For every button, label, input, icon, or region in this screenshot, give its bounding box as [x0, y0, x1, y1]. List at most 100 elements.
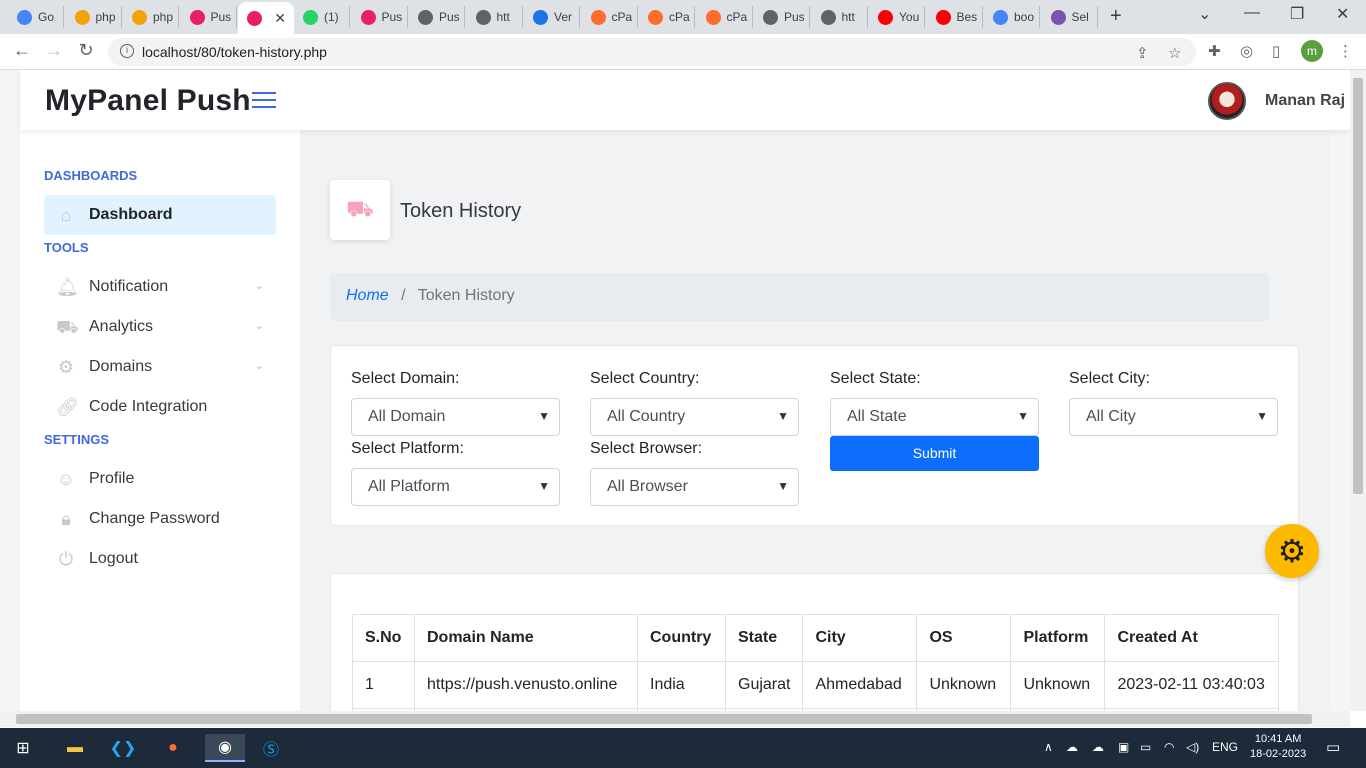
browser-tab-label: Pus: [210, 10, 232, 24]
site-info-icon[interactable]: i: [120, 44, 134, 58]
table-cell: https://push.venusto.online: [414, 661, 638, 709]
browser-tab-label: Bes: [956, 10, 978, 24]
browser-select[interactable]: All Browser ▼: [590, 468, 799, 506]
clock[interactable]: 10:41 AM 18-02-2023: [1250, 732, 1306, 762]
chevron-down-icon: ▼: [1256, 409, 1268, 423]
tray-chevron-up-icon[interactable]: ∧: [1044, 740, 1053, 754]
table-header-row: S.No Domain Name Country State City OS Platfor…: [352, 614, 1280, 662]
tab-search-icon[interactable]: ⌄: [1198, 4, 1211, 24]
browser-tab-9[interactable]: htt: [467, 6, 523, 28]
reload-icon[interactable]: ↻: [74, 40, 98, 61]
onedrive-cloud-icon[interactable]: ☁: [1066, 740, 1078, 754]
breadcrumb-separator: /: [401, 287, 406, 304]
device-icon[interactable]: ▣: [1118, 740, 1129, 754]
domain-select-value: All Domain: [368, 408, 446, 425]
browser-tab-8[interactable]: Pus: [409, 6, 465, 28]
battery-icon[interactable]: ▭: [1140, 740, 1151, 754]
vertical-scrollbar[interactable]: [1350, 70, 1366, 711]
side-panel-icon[interactable]: ▯: [1272, 42, 1280, 60]
gear-icon: ⚙: [57, 357, 75, 377]
platform-select[interactable]: All Platform ▼: [351, 468, 560, 506]
browser-tab-16[interactable]: You: [869, 6, 925, 28]
sidebar-item-code-integration[interactable]: 🔗︎ Code Integration: [44, 387, 276, 427]
close-tab-icon[interactable]: ✕: [274, 10, 286, 27]
column-header: Domain Name: [414, 614, 638, 662]
breadcrumb-home-link[interactable]: Home: [346, 287, 389, 304]
browser-tab-12[interactable]: cPa: [639, 6, 695, 28]
submit-button[interactable]: Submit: [830, 436, 1039, 471]
breadcrumb-current: Token History: [417, 287, 515, 304]
sidebar-item-domains[interactable]: ⚙ Domains ⌄: [44, 347, 276, 387]
forward-icon[interactable]: →: [42, 40, 66, 61]
file-explorer-icon[interactable]: ▬: [60, 734, 90, 762]
browser-tab-11[interactable]: cPa: [582, 6, 638, 28]
table-cell: Gujarat: [724, 661, 804, 709]
windows-start-icon[interactable]: ⊞: [8, 734, 38, 762]
profile-avatar[interactable]: m: [1301, 40, 1323, 62]
browser-tab-7[interactable]: Pus: [352, 6, 408, 28]
chrome-icon[interactable]: ◉: [205, 734, 245, 762]
url-text[interactable]: localhost/80/token-history.php: [142, 44, 327, 60]
new-tab-button[interactable]: +: [1110, 6, 1122, 26]
browser-tab-17[interactable]: Bes: [927, 6, 983, 28]
browser-tab-15[interactable]: htt: [812, 6, 868, 28]
youtube-icon: [935, 9, 951, 25]
table-cell: Ahmedabad: [802, 661, 918, 709]
sidebar-item-analytics[interactable]: ⛟ Analytics ⌄: [44, 307, 276, 347]
browser-menu-icon[interactable]: ⋮: [1338, 42, 1353, 60]
brand-logo-text[interactable]: MyPanel Push: [45, 84, 251, 118]
close-window-button[interactable]: ✕: [1336, 4, 1349, 24]
extension-icon[interactable]: ◎: [1240, 42, 1253, 60]
browser-tab-10[interactable]: Ver: [524, 6, 580, 28]
browser-tab-5[interactable]: ✕: [238, 2, 294, 34]
browser-tab-19[interactable]: Sel: [1042, 6, 1098, 28]
country-select[interactable]: All Country ▼: [590, 398, 799, 436]
browser-tab-14[interactable]: Pus: [754, 6, 810, 28]
volume-icon[interactable]: ◁): [1186, 740, 1199, 754]
platform-label: Select Platform:: [351, 440, 464, 457]
browser-tab-6[interactable]: (1): [294, 6, 350, 28]
sidebar-item-notification[interactable]: 🔔︎ Notification ⌄: [44, 267, 276, 307]
maximize-button[interactable]: ❐: [1290, 4, 1304, 24]
state-label: Select State:: [830, 370, 921, 387]
state-select[interactable]: All State ▼: [830, 398, 1039, 436]
postman-icon[interactable]: ●: [158, 734, 188, 762]
browser-tab-2[interactable]: php: [66, 6, 122, 28]
settings-gear-icon[interactable]: ⚙: [1265, 524, 1319, 578]
vscode-icon[interactable]: ❮❯: [108, 734, 138, 762]
sidebar-item-logout[interactable]: ⏻ Logout: [44, 539, 276, 579]
onedrive-cloud-icon[interactable]: ☁: [1092, 740, 1104, 754]
language-indicator[interactable]: ENG: [1212, 740, 1238, 754]
address-bar[interactable]: i localhost/80/token-history.php ⇪ ☆: [108, 38, 1196, 66]
skype-icon[interactable]: Ⓢ: [256, 734, 286, 762]
horizontal-scrollbar[interactable]: [0, 711, 1350, 727]
user-avatar[interactable]: [1208, 82, 1246, 120]
bookmark-star-icon[interactable]: ☆: [1168, 44, 1181, 62]
horizontal-scrollbar-thumb[interactable]: [16, 714, 1312, 724]
sidebar-item-dashboard[interactable]: ⌂ Dashboard: [44, 195, 276, 235]
city-select[interactable]: All City ▼: [1069, 398, 1278, 436]
lock-icon: 🔒︎: [61, 509, 71, 529]
extensions-puzzle-icon[interactable]: ✚: [1208, 42, 1221, 60]
country-label: Select Country:: [590, 370, 700, 387]
notification-center-icon[interactable]: ▭: [1326, 738, 1340, 756]
sidebar-item-profile[interactable]: ☺ Profile: [44, 459, 276, 499]
sidebar-item-change-password[interactable]: 🔒︎ Change Password: [44, 499, 276, 539]
user-name[interactable]: Manan Raj: [1265, 92, 1345, 110]
state-select-value: All State: [847, 408, 907, 425]
browser-tab-3[interactable]: php: [123, 6, 179, 28]
vertical-scrollbar-thumb[interactable]: [1353, 78, 1363, 494]
domain-select[interactable]: All Domain ▼: [351, 398, 560, 436]
globe-icon: [763, 9, 778, 25]
back-icon[interactable]: ←: [10, 40, 34, 61]
clock-date: 18-02-2023: [1250, 748, 1307, 760]
wifi-icon[interactable]: ◠: [1164, 740, 1174, 754]
browser-tab-label: php: [153, 10, 174, 24]
browser-tab-1[interactable]: Go: [8, 6, 64, 28]
browser-tab-13[interactable]: cPa: [697, 6, 753, 28]
minimize-button[interactable]: —: [1244, 4, 1260, 22]
browser-tab-18[interactable]: boo: [984, 6, 1040, 28]
share-icon[interactable]: ⇪: [1136, 44, 1149, 62]
browser-tab-4[interactable]: Pus: [181, 6, 237, 28]
hamburger-menu-icon[interactable]: [252, 92, 276, 108]
